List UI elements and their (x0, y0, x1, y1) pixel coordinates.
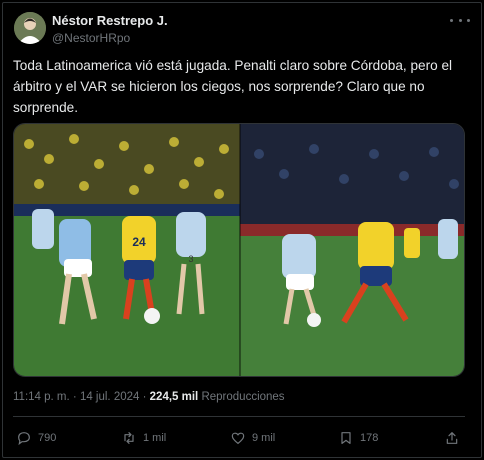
tweet-text: Toda Latinoamerica vió está jugada. Pena… (13, 58, 453, 115)
repost-button[interactable]: 1 mil (121, 428, 166, 448)
reply-icon (18, 432, 30, 446)
bookmark-count: 178 (360, 432, 379, 444)
avatar-image (14, 12, 46, 44)
avatar[interactable] (14, 12, 46, 44)
match-photo: 24 3 (14, 124, 464, 376)
more-icon[interactable] (450, 12, 470, 28)
like-icon (231, 432, 245, 445)
share-icon (446, 432, 458, 444)
divider (13, 416, 465, 417)
share-button[interactable] (444, 428, 460, 448)
tweet-date[interactable]: 14 jul. 2024 (80, 391, 139, 403)
tweet-meta: 11:14 p. m. · 14 jul. 2024 · 224,5 mil R… (13, 391, 285, 403)
author-display-name[interactable]: Néstor Restrepo J. (52, 13, 168, 28)
tweet-media[interactable]: 24 3 (13, 123, 465, 377)
meta-separator: · (142, 391, 147, 403)
jersey-number-right: 3 (188, 254, 193, 264)
jersey-number-left: 24 (132, 235, 146, 249)
tweet-time[interactable]: 11:14 p. m. (13, 391, 70, 403)
bookmark-button[interactable]: 178 (338, 428, 378, 448)
views-count: 224,5 mil (149, 391, 199, 403)
repost-icon (124, 432, 134, 444)
views-label: Reproducciones (201, 391, 285, 403)
reply-button[interactable]: 790 (16, 428, 56, 448)
reply-count: 790 (38, 432, 57, 444)
bookmark-icon (341, 432, 351, 444)
like-count: 9 mil (252, 432, 276, 444)
like-button[interactable]: 9 mil (230, 428, 275, 448)
author-handle[interactable]: @NestorHRpo (52, 31, 130, 45)
action-bar: 790 1 mil 9 mil 178 (16, 428, 466, 448)
repost-count: 1 mil (143, 432, 167, 444)
meta-separator: · (72, 391, 77, 403)
